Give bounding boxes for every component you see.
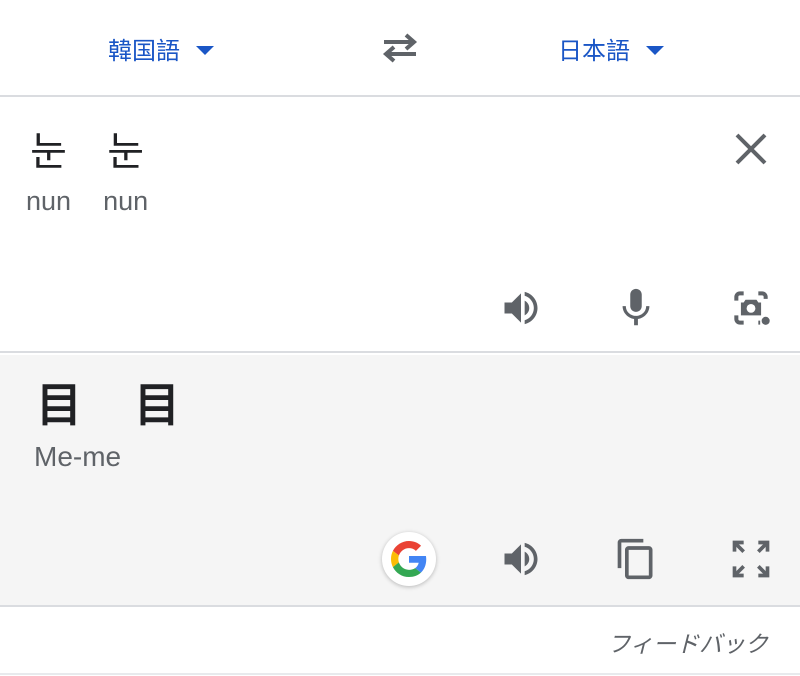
source-language-selector[interactable]: 韓国語 [108,28,214,68]
source-word-romanization: nun [103,186,149,216]
target-language-selector[interactable]: 日本語 [558,28,664,68]
translation-panel: 目 目 Me-me [0,355,800,607]
translated-words: 目 目 [36,375,180,435]
camera-input-button[interactable] [727,284,775,332]
camera-lens-icon [734,291,770,325]
footer: フィードバック [0,609,800,676]
source-language-label: 韓国語 [108,36,180,65]
clear-input-button[interactable] [731,129,771,169]
caret-down-icon [196,45,214,55]
fullscreen-button[interactable] [727,535,775,583]
google-icon [391,541,427,577]
google-search-button[interactable] [382,532,436,586]
copy-translation-button[interactable] [612,535,660,583]
source-word-text: 눈 [107,129,144,175]
translation-romanization: Me-me [34,439,121,475]
source-words: 눈 nun 눈 nun [26,127,148,219]
voice-input-button[interactable] [612,284,660,332]
swap-languages-button[interactable] [374,26,426,70]
translation-romanization-text: Me-me [34,441,122,472]
source-text-panel[interactable]: 눈 nun 눈 nun [0,97,800,353]
caret-down-icon [646,45,664,55]
microphone-icon [622,288,650,326]
translated-word: 目 [134,378,180,432]
translated-word: 目 [36,378,82,432]
speaker-icon [504,542,538,576]
speaker-icon [504,291,538,325]
source-word: 눈 nun [103,127,148,219]
source-word-text: 눈 [30,129,67,175]
copy-icon [617,538,653,580]
divider [0,673,800,675]
feedback-link[interactable]: フィードバック [607,625,768,659]
fullscreen-icon [732,540,770,578]
translation-listen-button[interactable] [497,535,545,583]
source-word-romanization: nun [26,186,72,216]
source-word: 눈 nun [26,127,71,219]
swap-arrows-icon [382,33,418,63]
close-icon [735,133,767,165]
target-language-label: 日本語 [558,36,630,65]
language-bar: 韓国語 日本語 [0,0,800,97]
source-listen-button[interactable] [497,284,545,332]
